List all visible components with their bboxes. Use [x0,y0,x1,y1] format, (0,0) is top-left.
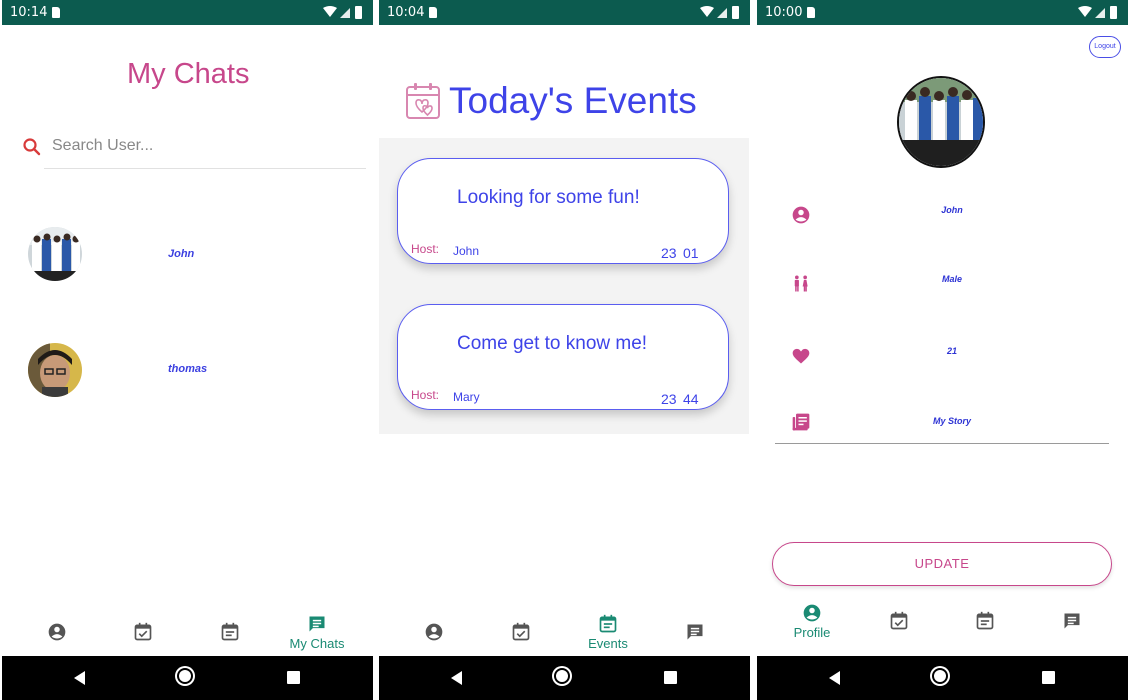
nav-my-events[interactable] [864,611,934,661]
status-icons [323,6,362,19]
status-time: 10:14 [10,5,48,20]
account-circle-icon [803,604,821,622]
newspaper-icon [792,413,810,431]
event-title: Come get to know me! [457,333,648,354]
account-circle-icon [425,623,443,641]
profile-story[interactable]: My Story [907,416,997,426]
page-title: Today's Events [449,80,697,121]
page-title: My Chats [127,58,250,90]
chat-icon [687,624,703,640]
event-row: Come get to know me! Host: Mary 23 44 [379,286,749,434]
chat-icon [309,616,325,632]
event-title: Looking for some fun! [457,187,640,208]
calendar-check-icon [890,611,908,630]
nav-label: Profile [793,625,831,640]
bottom-nav: Events [379,612,750,662]
profile-gender[interactable]: Male [907,274,997,284]
event-minute: 44 [683,391,699,407]
sd-card-icon [807,7,815,18]
sd-card-icon [52,7,60,18]
profile-name[interactable]: John [907,205,997,215]
status-time: 10:04 [387,5,425,20]
calendar-check-icon [134,622,152,641]
screen-profile: 10:00 Logout John Male 21 My Story UPDAT… [757,0,1128,700]
search-underline [44,168,366,169]
sd-card-icon [429,7,437,18]
gender-icon [794,275,808,292]
calendar-check-icon [512,622,530,641]
profile-photo[interactable] [897,76,985,168]
chat-icon [1064,613,1080,629]
event-card[interactable]: Looking for some fun! Host: John 23 01 [397,158,729,264]
status-bar: 10:14 [2,0,373,25]
screen-my-chats: 10:14 My Chats Search User... John thoma… [2,0,373,700]
status-icons [700,6,739,19]
profile-age[interactable]: 21 [907,346,997,356]
system-nav-bar [2,656,373,700]
avatar[interactable] [28,227,82,281]
system-nav-bar [379,656,750,700]
event-hour: 23 [661,245,677,261]
event-minute: 01 [683,245,699,261]
nav-events[interactable] [950,611,1020,661]
recents-icon[interactable] [287,671,300,684]
nav-label: Events [588,636,628,651]
event-card[interactable]: Come get to know me! Host: Mary 23 44 [397,304,729,410]
event-row: Looking for some fun! Host: John 23 01 [379,138,749,286]
host-name: John [453,244,480,258]
status-bar: 10:04 [379,0,750,25]
nav-label: My Chats [289,636,345,651]
status-time: 10:00 [765,5,803,20]
host-name: Mary [453,390,480,404]
status-bar: 10:00 [757,0,1128,25]
host-label: Host: [411,388,440,402]
back-icon[interactable] [451,671,462,685]
calendar-heart-icon [406,83,440,119]
home-icon[interactable] [934,670,946,682]
back-icon[interactable] [829,671,840,685]
update-button[interactable]: UPDATE [772,542,1112,586]
recents-icon[interactable] [664,671,677,684]
nav-profile[interactable]: Profile [777,603,847,653]
status-icons [1078,6,1117,19]
account-circle-icon [48,623,66,641]
logout-button[interactable]: Logout [1089,36,1121,58]
calendar-event-icon [976,611,994,630]
divider [775,443,1109,444]
event-hour: 23 [661,391,677,407]
system-nav-bar [757,656,1128,700]
account-circle-icon [792,206,810,224]
search-icon[interactable] [22,137,42,157]
calendar-event-icon [599,614,617,633]
bottom-nav: My Chats [2,612,373,662]
avatar[interactable] [28,343,82,397]
search-input[interactable]: Search User... [52,137,153,155]
screen-events: 10:04 Today's Events Looking for some fu… [379,0,750,700]
chat-name: John [168,248,195,260]
calendar-event-icon [221,622,239,641]
bottom-nav: Profile [757,603,1128,653]
nav-my-chats[interactable] [1037,611,1107,661]
chat-name: thomas [168,363,208,375]
home-icon[interactable] [179,670,191,682]
home-icon[interactable] [556,670,568,682]
heart-icon [792,348,810,364]
host-label: Host: [411,242,440,256]
back-icon[interactable] [74,671,85,685]
recents-icon[interactable] [1042,671,1055,684]
